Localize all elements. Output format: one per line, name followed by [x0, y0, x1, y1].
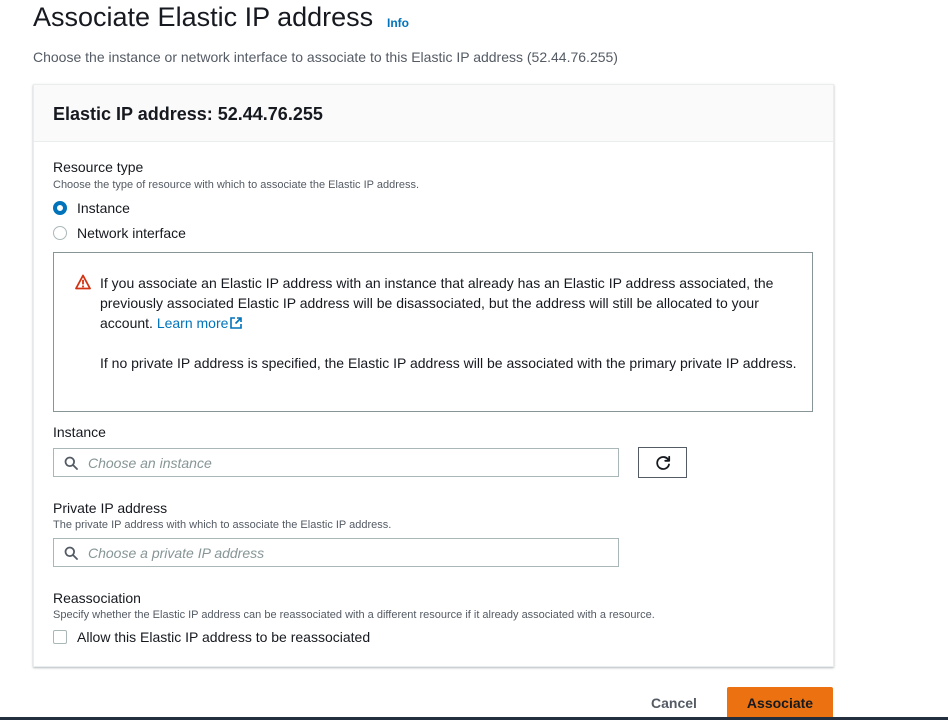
- reassociation-checkbox[interactable]: [53, 630, 67, 644]
- association-panel: Elastic IP address: 52.44.76.255 Resourc…: [33, 84, 834, 667]
- radio-instance[interactable]: Instance: [53, 199, 130, 217]
- learn-more-label: Learn more: [156, 315, 229, 331]
- alert-text: If you associate an Elastic IP address w…: [100, 273, 800, 373]
- warning-alert: If you associate an Elastic IP address w…: [53, 252, 813, 412]
- instance-search-input[interactable]: [88, 454, 608, 471]
- warning-icon: [75, 274, 91, 290]
- private-ip-search-box[interactable]: [53, 538, 619, 567]
- refresh-icon: [655, 455, 670, 470]
- private-ip-description: The private IP address with which to ass…: [53, 519, 392, 531]
- cancel-button[interactable]: Cancel: [640, 688, 708, 718]
- associate-button[interactable]: Associate: [727, 687, 833, 719]
- reassociation-checkbox-label: Allow this Elastic IP address to be reas…: [77, 629, 371, 645]
- radio-network-interface-control[interactable]: [53, 226, 67, 240]
- page-title: Associate Elastic IP address: [33, 2, 374, 32]
- reassociation-checkbox-row[interactable]: Allow this Elastic IP address to be reas…: [53, 629, 370, 645]
- search-icon: [64, 546, 78, 560]
- refresh-button[interactable]: [638, 447, 687, 478]
- page-description: Choose the instance or network interface…: [33, 49, 618, 65]
- search-icon: [64, 456, 78, 470]
- panel-title: Elastic IP address: 52.44.76.255: [53, 104, 323, 124]
- resource-type-description: Choose the type of resource with which t…: [53, 179, 420, 191]
- reassociation-label: Reassociation: [53, 590, 141, 606]
- panel-header: Elastic IP address: 52.44.76.255: [34, 85, 833, 142]
- alert-message-2: If no private IP address is specified, t…: [100, 355, 797, 371]
- radio-instance-control[interactable]: [53, 201, 67, 215]
- info-link[interactable]: Info: [387, 16, 409, 30]
- radio-network-interface-label: Network interface: [77, 225, 186, 241]
- external-link-icon: [230, 317, 243, 329]
- reassociation-description: Specify whether the Elastic IP address c…: [53, 609, 655, 621]
- radio-network-interface[interactable]: Network interface: [53, 224, 186, 242]
- radio-instance-label: Instance: [77, 200, 130, 216]
- learn-more-link[interactable]: Learn more: [157, 315, 244, 331]
- private-ip-search-input[interactable]: [88, 544, 608, 561]
- instance-search-box[interactable]: [53, 448, 619, 477]
- instance-label: Instance: [53, 424, 106, 440]
- resource-type-label: Resource type: [53, 159, 144, 175]
- private-ip-label: Private IP address: [53, 500, 168, 516]
